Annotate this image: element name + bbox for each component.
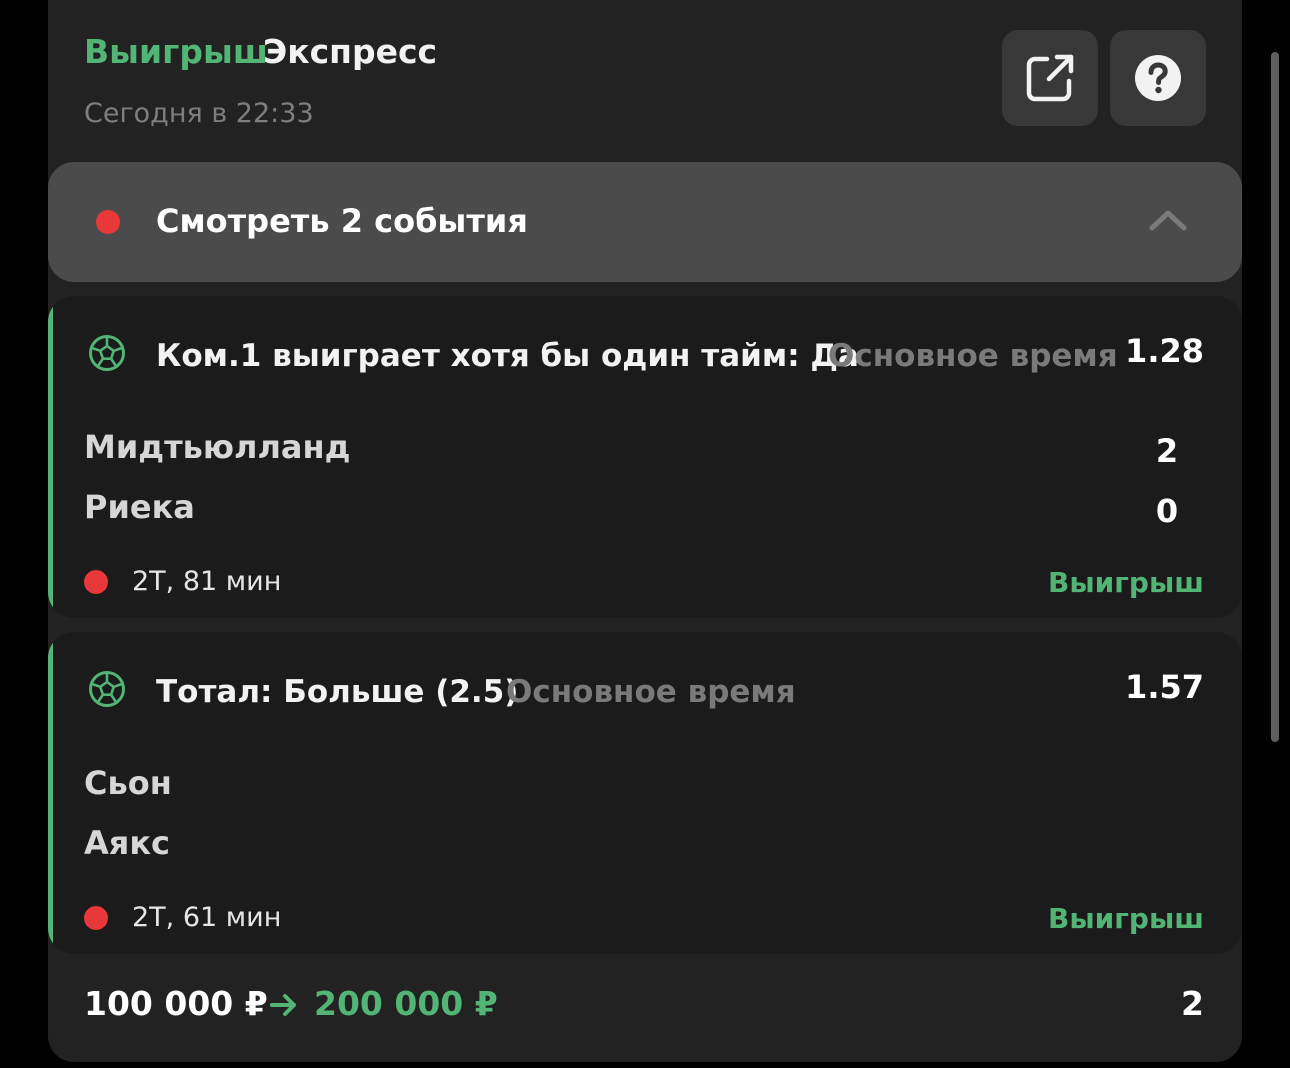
event-period: Основное время [506, 674, 796, 710]
team-away: Аякс [84, 824, 170, 862]
event-market: Тотал: Больше (2.5) [156, 674, 519, 710]
bet-type: Экспресс [263, 32, 438, 71]
soccer-ball-icon [89, 335, 125, 371]
event-market: Ком.1 выиграет хотя бы один тайм: Да [156, 338, 859, 374]
share-button[interactable] [1002, 30, 1098, 126]
bet-card: Выигрыш Экспресс Сегодня в 22:33 Смотрет… [48, 0, 1242, 1062]
live-indicator-dot [96, 210, 120, 234]
score-home: 2 [1155, 432, 1179, 470]
stake-amount: 100 000 ₽ [84, 984, 268, 1023]
question-circle-icon [1135, 55, 1181, 101]
bet-history-page: Выигрыш Экспресс Сегодня в 22:33 Смотрет… [0, 0, 1290, 1068]
show-events-toggle[interactable]: Смотреть 2 события [48, 162, 1242, 282]
event-odds: 1.28 [1125, 332, 1204, 370]
scrollbar[interactable] [1271, 52, 1279, 742]
event-accent-bar [48, 632, 53, 954]
event-odds: 1.57 [1125, 668, 1204, 706]
team-home: Мидтьюлланд [84, 428, 351, 466]
team-home: Сьон [84, 764, 172, 802]
chevron-up-icon [1149, 210, 1187, 231]
show-events-label: Смотреть 2 события [156, 202, 528, 240]
share-external-icon [1026, 54, 1074, 102]
live-indicator-dot [84, 570, 108, 594]
event-result: Выигрыш [1047, 902, 1204, 935]
event-accent-bar [48, 296, 53, 618]
bet-timestamp: Сегодня в 22:33 [84, 98, 314, 129]
team-away: Риека [84, 488, 195, 526]
help-button[interactable] [1110, 30, 1206, 126]
event-result: Выигрыш [1047, 566, 1204, 599]
match-time: 2Т, 81 мин [132, 566, 282, 597]
payout-amount: 200 000 ₽ [314, 984, 498, 1023]
soccer-ball-icon [89, 671, 125, 707]
bet-status: Выигрыш [84, 32, 268, 71]
match-time: 2Т, 61 мин [132, 902, 282, 933]
event-item: Ком.1 выиграет хотя бы один тайм: Да Осн… [48, 296, 1242, 618]
arrow-right-icon [270, 994, 296, 1016]
event-item: Тотал: Больше (2.5) Основное время 1.57 … [48, 632, 1242, 954]
event-period: Основное время [828, 338, 1118, 374]
score-away: 0 [1155, 492, 1179, 530]
events-count: 2 [1181, 984, 1204, 1023]
live-indicator-dot [84, 906, 108, 930]
